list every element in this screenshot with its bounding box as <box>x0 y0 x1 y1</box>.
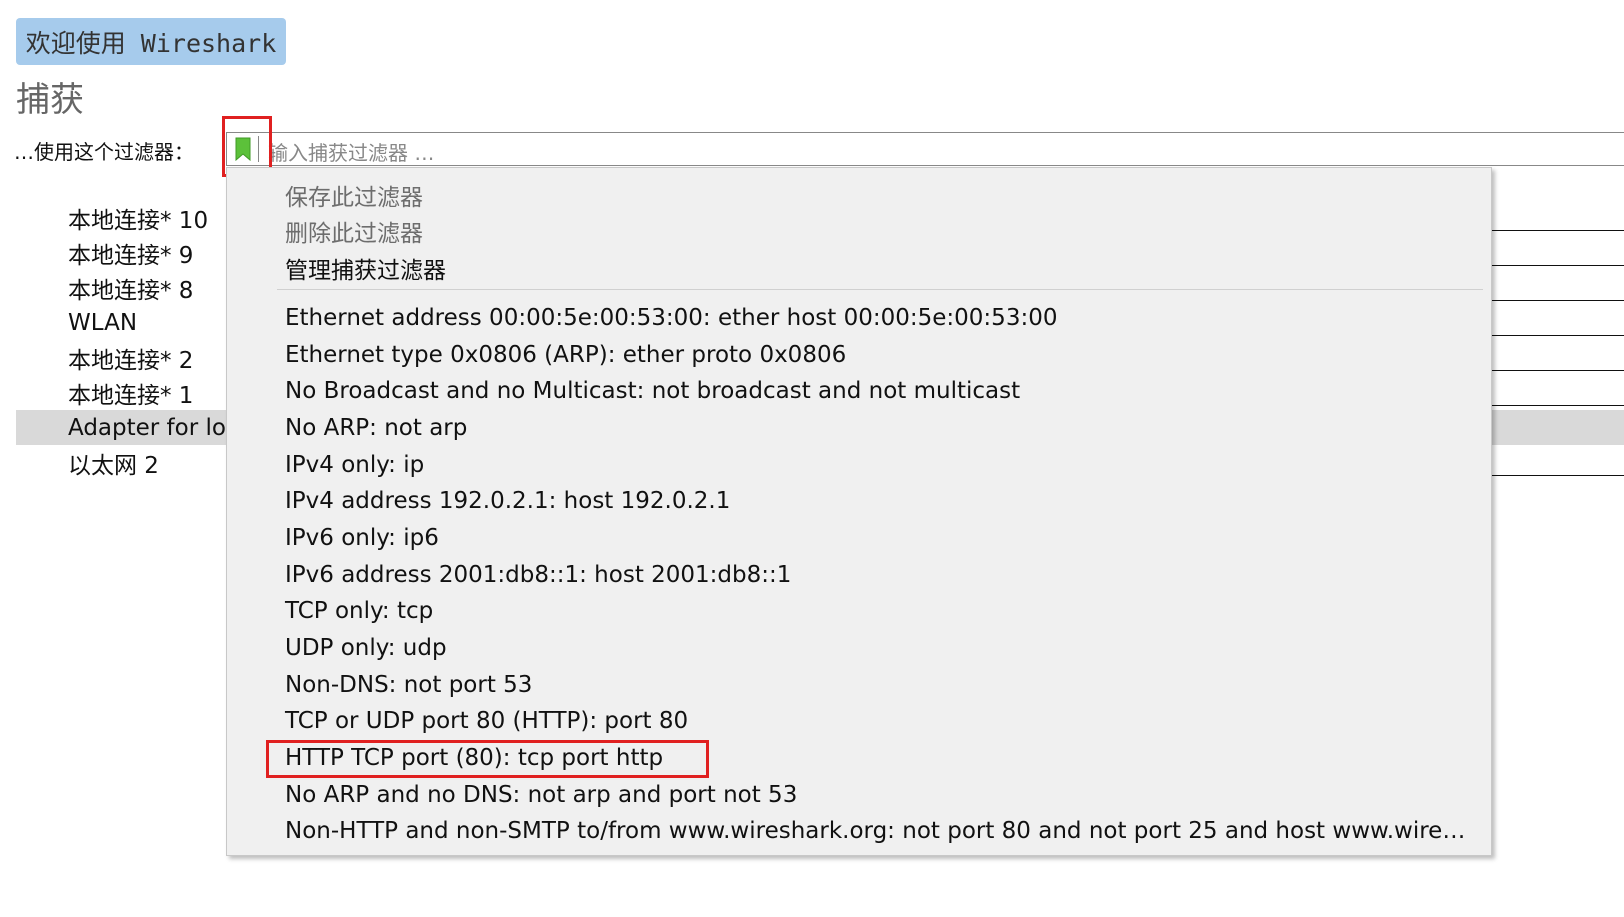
filter-menu-item[interactable]: Ethernet type 0x0806 (ARP): ether proto … <box>285 342 846 368</box>
interface-name: Adapter for lo <box>68 414 226 441</box>
filter-highlight-box <box>266 740 709 778</box>
sparkline <box>1492 265 1624 266</box>
filter-menu-item[interactable]: No ARP and no DNS: not arp and port not … <box>285 782 797 808</box>
filter-menu-item[interactable]: TCP only: tcp <box>285 598 433 624</box>
sparkline <box>1492 405 1624 406</box>
interface-name: 本地连接* 10 <box>68 207 209 234</box>
filter-menu-item[interactable]: Non-HTTP and non-SMTP to/from www.wiresh… <box>285 818 1465 844</box>
filter-menu-item[interactable]: No Broadcast and no Multicast: not broad… <box>285 378 1020 404</box>
interface-name: 本地连接* 1 <box>68 382 194 409</box>
interface-name: WLAN <box>68 309 138 336</box>
filter-menu-item[interactable]: IPv6 address 2001:db8::1: host 2001:db8:… <box>285 562 791 588</box>
sparkline <box>1492 335 1624 336</box>
capture-section-title: 捕获 <box>16 80 84 120</box>
save-filter-menu-item[interactable]: 保存此过滤器 <box>285 178 423 212</box>
sparkline <box>1492 230 1624 231</box>
sparkline <box>1492 370 1624 371</box>
filter-menu-item[interactable]: No ARP: not arp <box>285 415 467 441</box>
capture-filter-input[interactable] <box>226 132 1624 166</box>
welcome-button[interactable]: 欢迎使用 Wireshark <box>16 18 286 65</box>
filter-menu-item[interactable]: IPv6 only: ip6 <box>285 525 439 551</box>
interface-name: 本地连接* 8 <box>68 277 194 304</box>
filter-menu-item[interactable]: Ethernet address 00:00:5e:00:53:00: ethe… <box>285 305 1057 331</box>
menu-separator <box>277 289 1483 290</box>
filter-menu-item[interactable]: UDP only: udp <box>285 635 447 661</box>
sparkline <box>1492 475 1624 476</box>
capture-filter-placeholder: 输入捕获过滤器 … <box>268 141 435 165</box>
interface-name: 本地连接* 9 <box>68 242 194 269</box>
filter-menu-item[interactable]: Non-DNS: not port 53 <box>285 672 532 698</box>
interface-name: 本地连接* 2 <box>68 347 194 374</box>
manage-filters-menu-item[interactable]: 管理捕获过滤器 <box>285 251 446 285</box>
filter-menu-item[interactable]: TCP or UDP port 80 (HTTP): port 80 <box>285 708 688 734</box>
interface-name: 以太网 2 <box>68 452 159 479</box>
capture-filter-label: …使用这个过滤器： <box>14 140 194 164</box>
delete-filter-menu-item[interactable]: 删除此过滤器 <box>285 214 423 248</box>
filter-menu-item[interactable]: IPv4 address 192.0.2.1: host 192.0.2.1 <box>285 488 730 514</box>
filter-menu-item[interactable]: IPv4 only: ip <box>285 452 424 478</box>
sparkline <box>1492 300 1624 301</box>
